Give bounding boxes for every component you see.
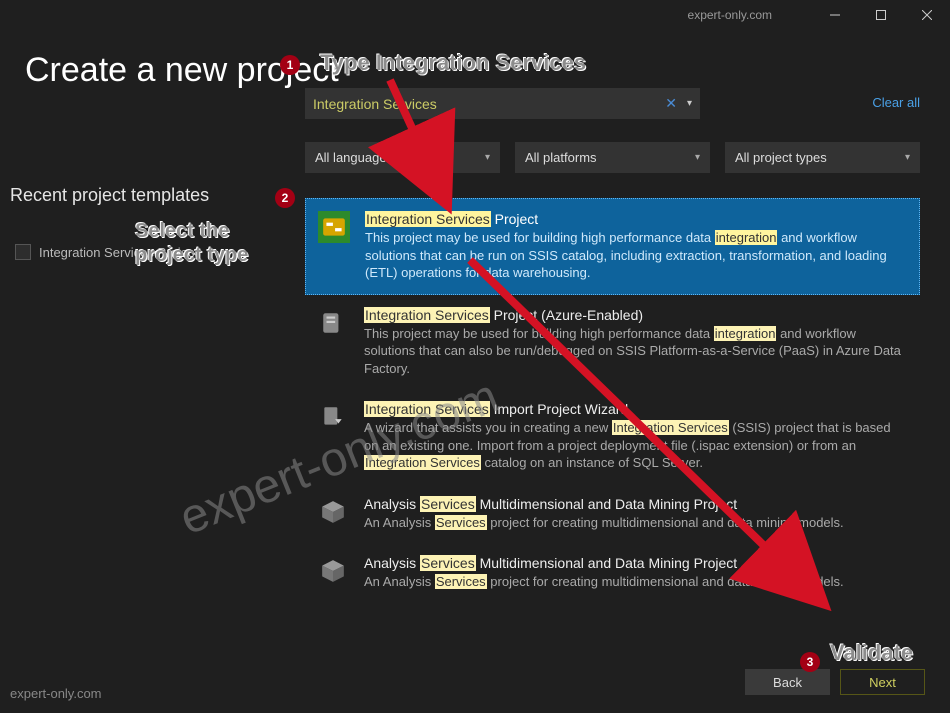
template-body: Integration Services Project (Azure-Enab… <box>364 307 908 378</box>
project-types-label: All project types <box>735 150 827 165</box>
annotation-badge-3: 3 <box>800 652 820 672</box>
template-title: Analysis Services Multidimensional and D… <box>364 555 908 573</box>
platforms-label: All platforms <box>525 150 597 165</box>
back-button[interactable]: Back <box>745 669 830 695</box>
button-bar: Back Next <box>745 669 925 695</box>
template-description: This project may be used for building hi… <box>365 229 907 282</box>
template-description: This project may be used for building hi… <box>364 325 908 378</box>
watermark-bottom: expert-only.com <box>10 686 102 701</box>
search-box[interactable]: ✕ ▾ <box>305 88 700 119</box>
window-titlebar: expert-only.com <box>0 0 950 30</box>
template-description: An Analysis Services project for creatin… <box>364 514 908 532</box>
filter-row: All languages ▾ All platforms ▾ All proj… <box>305 142 920 173</box>
languages-label: All languages <box>315 150 393 165</box>
template-body: Analysis Services Multidimensional and D… <box>364 496 908 532</box>
annotation-badge-2: 2 <box>275 188 295 208</box>
template-title: Integration Services Project (Azure-Enab… <box>364 307 908 325</box>
ssis-azure-icon <box>317 307 349 339</box>
template-item-integration-services-azure[interactable]: Integration Services Project (Azure-Enab… <box>305 295 920 390</box>
close-button[interactable] <box>904 0 950 30</box>
chevron-down-icon: ▾ <box>905 152 910 163</box>
chevron-down-icon: ▾ <box>695 152 700 163</box>
template-body: Integration Services Import Project Wiza… <box>364 401 908 472</box>
import-wizard-icon <box>317 401 349 433</box>
annotation-label-1: Type Integration Services <box>320 50 586 76</box>
analysis-cube-icon <box>317 496 349 528</box>
template-body: Integration Services Project This projec… <box>365 211 907 282</box>
ssis-project-icon <box>318 211 350 243</box>
chevron-down-icon: ▾ <box>485 152 490 163</box>
analysis-cube-icon <box>317 555 349 587</box>
template-item-analysis-services-1[interactable]: Analysis Services Multidimensional and D… <box>305 484 920 544</box>
search-dropdown-icon[interactable]: ▾ <box>683 98 692 109</box>
template-body: Analysis Services Multidimensional and D… <box>364 555 908 591</box>
next-button[interactable]: Next <box>840 669 925 695</box>
template-item-analysis-services-2[interactable]: Analysis Services Multidimensional and D… <box>305 543 920 603</box>
annotation-label-3: Validate <box>830 640 913 666</box>
template-description: An Analysis Services project for creatin… <box>364 573 908 591</box>
project-icon <box>15 244 31 260</box>
annotation-badge-1: 1 <box>280 55 300 75</box>
annotation-label-2b: project type <box>135 244 248 267</box>
titlebar-text: expert-only.com <box>688 8 772 22</box>
template-item-import-wizard[interactable]: Integration Services Import Project Wiza… <box>305 389 920 484</box>
minimize-button[interactable] <box>812 0 858 30</box>
maximize-button[interactable] <box>858 0 904 30</box>
search-input[interactable] <box>313 96 659 112</box>
template-list: Integration Services Project This projec… <box>305 198 920 603</box>
clear-all-link[interactable]: Clear all <box>872 95 920 110</box>
template-title: Integration Services Import Project Wiza… <box>364 401 908 419</box>
recent-templates-header: Recent project templates <box>10 185 209 206</box>
template-title: Analysis Services Multidimensional and D… <box>364 496 908 514</box>
template-description: A wizard that assists you in creating a … <box>364 419 908 472</box>
languages-dropdown[interactable]: All languages ▾ <box>305 142 500 173</box>
annotation-label-2a: Select the <box>135 220 229 243</box>
clear-search-icon[interactable]: ✕ <box>659 95 683 112</box>
platforms-dropdown[interactable]: All platforms ▾ <box>515 142 710 173</box>
project-types-dropdown[interactable]: All project types ▾ <box>725 142 920 173</box>
template-title: Integration Services Project <box>365 211 907 229</box>
template-item-integration-services-project[interactable]: Integration Services Project This projec… <box>305 198 920 295</box>
